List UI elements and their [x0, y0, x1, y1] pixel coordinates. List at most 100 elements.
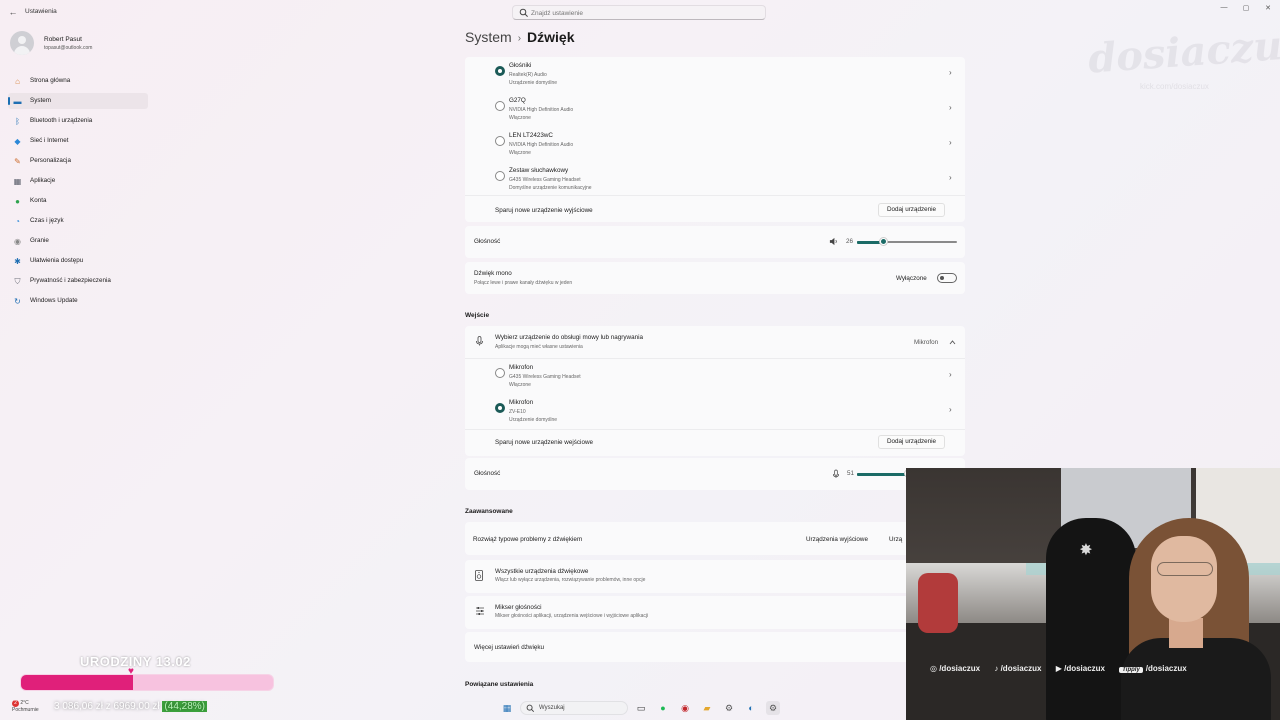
input-device-radio[interactable] [495, 368, 505, 378]
sidebar-item-label: Sieć i Internet [30, 137, 69, 144]
settings-gear-icon[interactable]: ⚙ [722, 701, 736, 715]
edge-icon[interactable]: ◐ [744, 701, 758, 715]
more-sound-settings-card[interactable]: Więcej ustawień dźwięku [465, 632, 965, 662]
chevron-right-icon[interactable]: › [949, 405, 952, 414]
sidebar-item-windows-update[interactable]: ↻ Windows Update [8, 293, 148, 309]
sidebar-item-ułatwienia-dostępu[interactable]: ✱ Ułatwienia dostępu [8, 253, 148, 269]
maximize-button[interactable]: ▢ [1236, 4, 1256, 14]
back-arrow-icon[interactable]: ← [6, 5, 20, 19]
sidebar-item-label: Strona główna [30, 77, 71, 84]
sidebar-item-label: Ułatwienia dostępu [30, 257, 84, 264]
mono-toggle[interactable] [937, 273, 957, 283]
more-sound-settings-link[interactable]: Więcej ustawień dźwięku [474, 644, 544, 651]
input-device-radio[interactable] [495, 403, 505, 413]
sidebar-item-strona-główna[interactable]: ⌂ Strona główna [8, 73, 148, 89]
add-input-device-button[interactable]: Dodaj urządzenie [878, 435, 946, 449]
sidebar-item-label: Windows Update [30, 297, 78, 304]
volume-mixer-card[interactable]: Mikser głośności Mikser głośności aplika… [465, 596, 965, 629]
mixer-title: Mikser głośności [495, 604, 542, 611]
webcam-overlay: ✸ ◎ /dosiaczux ♪ /dosiaczux ▶ /dosiaczux… [906, 468, 1280, 720]
selected-input-label[interactable]: Mikrofon [914, 339, 938, 346]
advanced-section-heading: Zaawansowane [465, 508, 513, 515]
sidebar-item-label: Czas i język [30, 217, 64, 224]
device-status: Urządzenie domyślne [509, 80, 558, 86]
sidebar-item-konta[interactable]: ● Konta [8, 193, 148, 209]
start-button[interactable]: ▦ [500, 701, 514, 715]
sidebar-item-label: Granie [30, 237, 49, 244]
sidebar-item-sieć-i-internet[interactable]: ◆ Sieć i Internet [8, 133, 148, 149]
input-section-heading: Wejście [465, 312, 490, 319]
globe-clock-icon: ◔ [15, 217, 20, 226]
sidebar-item-system[interactable]: ▬ System [8, 93, 148, 109]
output-volume-card: Głośność 26 [465, 226, 965, 258]
device-name: Głośniki [509, 62, 532, 69]
device-status: Włączone [509, 115, 531, 121]
app-title: Ustawienia [25, 8, 57, 15]
all-devices-card[interactable]: Wszystkie urządzenia dźwiękowe Włącz lub… [465, 560, 965, 593]
microphone-icon[interactable] [832, 469, 840, 479]
sidebar-item-aplikacje[interactable]: ▦ Aplikacje [8, 173, 148, 189]
device-driver: ZV-E10 [509, 409, 526, 415]
mono-title: Dźwięk mono [474, 270, 512, 277]
troubleshoot-input-button[interactable]: Urzą [889, 536, 902, 543]
weather-widget[interactable]: 2 2°C Pochmurnie [12, 700, 39, 713]
close-button[interactable]: ✕ [1258, 4, 1278, 14]
microphone-icon [476, 336, 483, 346]
add-output-device-button[interactable]: Dodaj urządzenie [878, 203, 946, 217]
speaker-device-icon [475, 570, 483, 581]
device-name: Zestaw słuchawkowy [509, 167, 569, 174]
chevron-right-icon[interactable]: › [949, 103, 952, 112]
slider-thumb[interactable] [880, 238, 887, 245]
breadcrumb: System › Dźwięk [465, 29, 575, 45]
chevron-right-icon[interactable]: › [949, 370, 952, 379]
taskbar-search[interactable]: Wyszukaj [520, 701, 628, 715]
tiktok-handle: ♪ /dosiaczux [994, 664, 1042, 673]
file-explorer-icon[interactable]: ▰ [700, 701, 714, 715]
device-name: Mikrofon [509, 364, 534, 371]
sidebar-item-bluetooth-i-urządzenia[interactable]: ᛒ Bluetooth i urządzenia [8, 113, 148, 129]
sidebar-item-czas-i-język[interactable]: ◔ Czas i język [8, 213, 148, 229]
mono-state-label: Wyłączone [896, 275, 927, 282]
search-input[interactable] [531, 7, 751, 19]
person-icon: ● [15, 197, 20, 206]
sidebar-item-prywatność-i-zabezpieczenia[interactable]: ⛉ Prywatność i zabezpieczenia [8, 273, 148, 289]
search-box[interactable] [512, 5, 766, 20]
minimize-button[interactable]: — [1214, 4, 1234, 14]
app-red-icon[interactable]: ◉ [678, 701, 692, 715]
tipply-badge: Tipply [1119, 667, 1143, 673]
output-device-radio[interactable] [495, 101, 505, 111]
troubleshoot-output-button[interactable]: Urządzenia wyjściowe [806, 536, 868, 543]
output-volume-value: 26 [846, 238, 854, 245]
sidebar-item-personalizacja[interactable]: ✎ Personalizacja [8, 153, 148, 169]
instagram-handle: ◎ /dosiaczux [930, 664, 981, 673]
settings-app-icon[interactable]: ⚙ [766, 701, 780, 715]
output-devices-card: Głośniki Realtek(R) Audio Urządzenie domyś… [465, 57, 965, 222]
output-device-radio[interactable] [495, 171, 505, 181]
chevron-right-icon[interactable]: › [949, 68, 952, 77]
wifi-icon: ◆ [14, 137, 21, 146]
chevron-right-icon[interactable]: › [949, 173, 952, 182]
sidebar-item-granie[interactable]: ◉ Granie [8, 233, 148, 249]
chevron-up-icon[interactable] [949, 339, 956, 346]
device-driver: NVIDIA High Definition Audio [509, 142, 574, 148]
chevron-right-icon: › [517, 33, 522, 44]
chevron-right-icon[interactable]: › [949, 138, 952, 147]
user-email: topasut@outlook.com [44, 45, 93, 51]
choose-input-title: Wybierz urządzenie do obsługi mowy lub n… [495, 334, 643, 341]
avatar[interactable] [10, 31, 34, 55]
slider-fill [857, 472, 908, 476]
speaker-icon[interactable] [829, 237, 838, 246]
output-device-radio[interactable] [495, 66, 505, 76]
mono-audio-card: Dźwięk mono Połącz lewe i prawe kanały d… [465, 262, 965, 294]
breadcrumb-system[interactable]: System [465, 29, 512, 45]
glasses-icon [1157, 562, 1213, 576]
sidebar-item-label: Prywatność i zabezpieczenia [30, 277, 111, 284]
spotify-icon[interactable]: ● [656, 701, 670, 715]
watermark-subtitle: kick.com/dosiaczux [1140, 82, 1209, 91]
youtube-handle: ▶ /dosiaczux [1055, 664, 1105, 673]
input-volume-value: 51 [847, 470, 855, 477]
shield-icon: ⛉ [14, 277, 21, 286]
troubleshoot-card: Rozwiąż typowe problemy z dźwiękiem Urzą… [465, 522, 965, 555]
task-view-icon[interactable]: ▭ [634, 701, 648, 715]
output-device-radio[interactable] [495, 136, 505, 146]
